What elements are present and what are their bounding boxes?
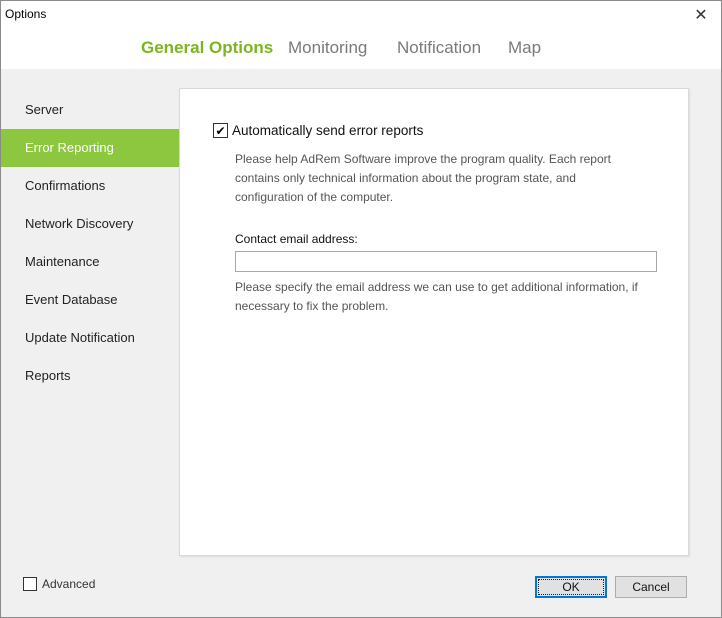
content-area: Server Error Reporting Confirmations Net… bbox=[1, 69, 721, 617]
sidebar-item-confirmations[interactable]: Confirmations bbox=[1, 167, 179, 205]
close-icon[interactable]: ✕ bbox=[681, 1, 721, 29]
error-reporting-panel: ✔ Automatically send error reports Pleas… bbox=[179, 88, 689, 556]
description-text: Please help AdRem Software improve the p… bbox=[235, 152, 611, 204]
sidebar-item-maintenance[interactable]: Maintenance bbox=[1, 243, 179, 281]
sidebar-item-event-database[interactable]: Event Database bbox=[1, 281, 179, 319]
advanced-label[interactable]: Advanced bbox=[42, 577, 95, 591]
auto-send-label[interactable]: Automatically send error reports bbox=[232, 123, 423, 138]
sidebar-item-update-notification[interactable]: Update Notification bbox=[1, 319, 179, 357]
sidebar-item-server[interactable]: Server bbox=[1, 91, 179, 129]
sidebar-item-reports[interactable]: Reports bbox=[1, 357, 179, 395]
title-bar: Options ✕ bbox=[1, 1, 721, 29]
advanced-option[interactable]: Advanced bbox=[23, 577, 95, 591]
sidebar-item-network-discovery[interactable]: Network Discovery bbox=[1, 205, 179, 243]
tab-general-options[interactable]: General Options bbox=[141, 38, 273, 58]
auto-send-row[interactable]: ✔ Automatically send error reports bbox=[213, 123, 423, 138]
options-window: Options ✕ General Options Monitoring Not… bbox=[0, 0, 722, 618]
top-tabs: General Options Monitoring Notification … bbox=[1, 29, 721, 69]
tab-notification[interactable]: Notification bbox=[397, 38, 481, 58]
cancel-button[interactable]: Cancel bbox=[615, 576, 687, 598]
window-title: Options bbox=[5, 7, 47, 21]
ok-button[interactable]: OK bbox=[535, 576, 607, 598]
tab-monitoring[interactable]: Monitoring bbox=[288, 38, 367, 58]
email-field[interactable] bbox=[235, 251, 657, 272]
tab-map[interactable]: Map bbox=[508, 38, 541, 58]
sidebar: Server Error Reporting Confirmations Net… bbox=[1, 91, 189, 395]
sidebar-item-error-reporting[interactable]: Error Reporting bbox=[1, 129, 189, 167]
advanced-checkbox[interactable] bbox=[23, 577, 37, 591]
email-field-label: Contact email address: bbox=[235, 232, 358, 246]
auto-send-checkbox[interactable]: ✔ bbox=[213, 123, 228, 138]
email-hint-text: Please specify the email address we can … bbox=[235, 280, 638, 313]
